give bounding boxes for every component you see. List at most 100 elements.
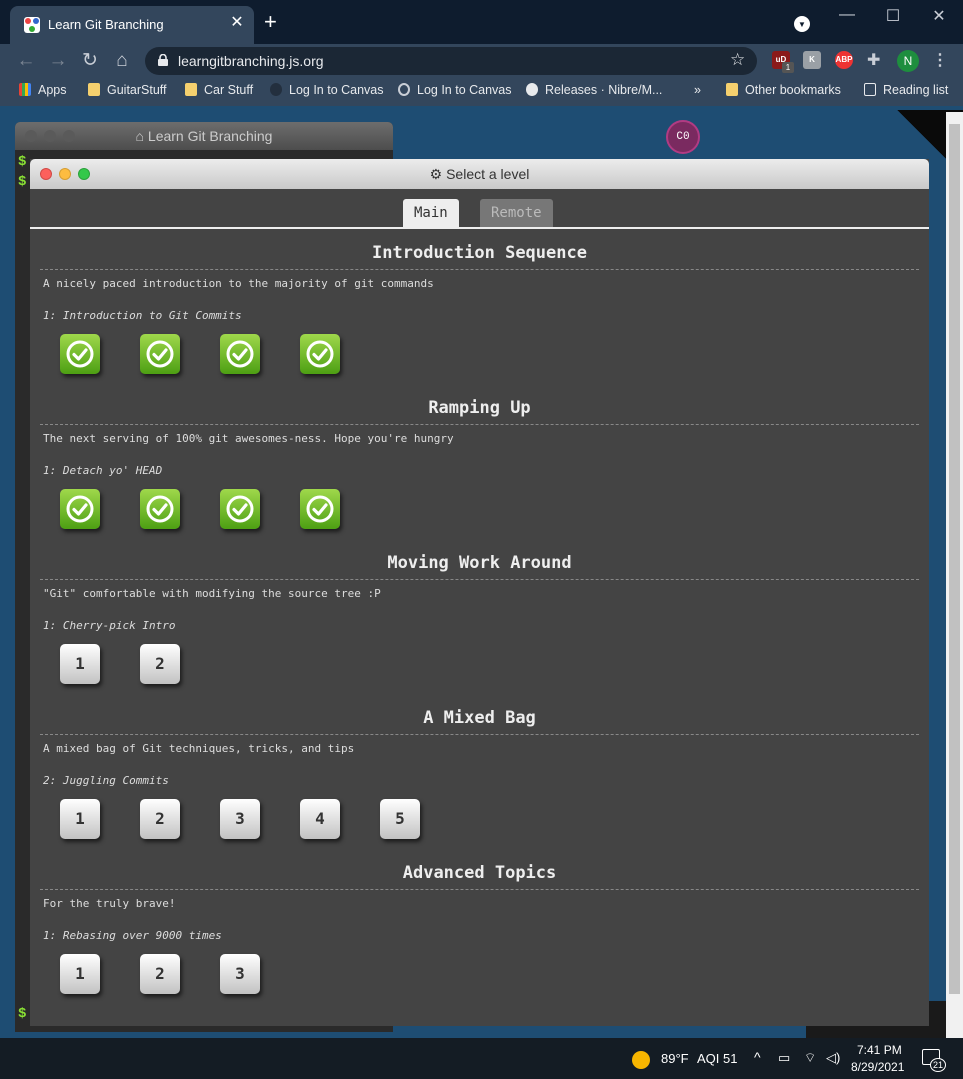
bookmark-apps[interactable]: Apps [19, 83, 67, 97]
home-icon: ⌂ [135, 128, 148, 144]
level-button-completed[interactable] [60, 489, 100, 529]
level-button-completed[interactable] [60, 334, 100, 374]
minimize-button[interactable]: — [834, 6, 860, 24]
level-button[interactable]: 4 [300, 799, 340, 839]
level-button[interactable]: 1 [60, 954, 100, 994]
reading-list[interactable]: Reading list [864, 83, 948, 97]
address-bar[interactable]: learngitbranching.js.org ☆ [145, 47, 757, 75]
wifi-icon[interactable]: ⌔ [804, 1050, 816, 1066]
bookmarks-overflow-icon[interactable]: » [694, 83, 701, 97]
level-button[interactable]: 3 [220, 799, 260, 839]
bookmark-guitarstuff[interactable]: GuitarStuff [88, 83, 167, 97]
globe-icon [398, 83, 410, 96]
terminal-title: ⌂ Learn Git Branching [135, 128, 273, 144]
current-level-name: 1: Introduction to Git Commits [43, 309, 242, 322]
forward-arrow-icon[interactable]: → [45, 48, 71, 74]
bookmark-car-stuff[interactable]: Car Stuff [185, 83, 253, 97]
adblock-plus-icon[interactable]: ABP [835, 51, 853, 69]
lgb-favicon-icon [24, 17, 40, 33]
home-icon[interactable]: ⌂ [109, 48, 135, 74]
level-button[interactable]: 5 [380, 799, 420, 839]
reload-icon[interactable]: ↻ [77, 48, 103, 74]
bookmark-releases[interactable]: Releases · Nibre/M... [526, 83, 662, 97]
clock-date[interactable]: 8/29/2021 [851, 1060, 904, 1074]
browser-tab[interactable]: Learn Git Branching ✕ [10, 6, 254, 44]
notification-count: 21 [930, 1058, 946, 1072]
lock-icon [158, 54, 168, 66]
chevron-up-icon[interactable]: ^ [754, 1049, 761, 1065]
terminal-prompt: $ [18, 174, 27, 190]
section-divider [40, 889, 919, 890]
tab-search-icon[interactable]: ▼ [794, 16, 810, 32]
new-tab-button[interactable]: + [264, 11, 277, 33]
level-button[interactable]: 2 [140, 954, 180, 994]
folder-icon [185, 83, 197, 96]
github-icon [526, 83, 538, 96]
level-button[interactable]: 2 [140, 799, 180, 839]
level-button[interactable]: 1 [60, 799, 100, 839]
weather-sun-icon[interactable] [632, 1051, 650, 1069]
bookmark-canvas-aws[interactable]: Log In to Canvas [270, 83, 384, 97]
section-title: Introduction Sequence [372, 243, 587, 263]
weather-aqi[interactable]: AQI 51 [697, 1051, 737, 1066]
clock-time[interactable]: 7:41 PM [857, 1043, 902, 1057]
section-description: The next serving of 100% git awesomes-ne… [43, 432, 454, 445]
level-button-completed[interactable] [140, 334, 180, 374]
level-button-completed[interactable] [300, 489, 340, 529]
folder-icon [88, 83, 100, 96]
apps-grid-icon [19, 83, 31, 96]
bookmark-star-icon[interactable]: ☆ [730, 50, 745, 70]
extensions-puzzle-icon[interactable]: ✚ [867, 50, 880, 70]
section-title: Ramping Up [428, 398, 531, 418]
current-level-name: 1: Detach yo' HEAD [43, 464, 163, 477]
section-title: A Mixed Bag [423, 708, 536, 728]
tab-close-icon[interactable]: ✕ [226, 12, 248, 34]
commit-node-c0[interactable]: C0 [666, 120, 700, 154]
browser-tab-strip: Learn Git Branching ✕ + ▼ — ☐ ✕ [0, 0, 963, 44]
check-icon [306, 495, 334, 523]
battery-icon[interactable]: ▭ [778, 1050, 790, 1066]
level-button[interactable]: 1 [60, 644, 100, 684]
section-description: For the truly brave! [43, 897, 176, 910]
section-divider [40, 269, 919, 270]
tab-remote[interactable]: Remote [480, 199, 553, 227]
bookmark-other[interactable]: Other bookmarks [726, 83, 841, 97]
level-button-completed[interactable] [220, 334, 260, 374]
section-description: A mixed bag of Git techniques, tricks, a… [43, 742, 355, 755]
page-viewport: ⌂ Learn Git Branching $ $ $ C0 ⚙ Select … [0, 106, 963, 1038]
close-window-button[interactable]: ✕ [926, 6, 952, 26]
level-button-completed[interactable] [140, 489, 180, 529]
terminal-command-input[interactable]: $ [18, 1006, 26, 1022]
level-button[interactable]: 3 [220, 954, 260, 994]
section-title: Advanced Topics [402, 863, 557, 883]
check-icon [66, 495, 94, 523]
bookmark-canvas-globe[interactable]: Log In to Canvas [398, 83, 512, 97]
tab-main[interactable]: Main [403, 199, 459, 227]
section-description: A nicely paced introduction to the major… [43, 277, 434, 290]
maximize-button[interactable]: ☐ [880, 6, 906, 26]
weather-temperature[interactable]: 89°F [661, 1051, 689, 1066]
check-icon [226, 340, 254, 368]
level-tabs: Main Remote [30, 189, 929, 229]
scrollbar-thumb[interactable] [949, 124, 960, 994]
current-level-name: 1: Cherry-pick Intro [43, 619, 176, 632]
level-button[interactable]: 2 [140, 644, 180, 684]
bookmarks-bar: Apps GuitarStuff Car Stuff Log In to Can… [0, 78, 963, 106]
current-level-name: 2: Juggling Commits [43, 774, 169, 787]
terminal-prompt: $ [18, 154, 27, 170]
level-button-completed[interactable] [220, 489, 260, 529]
level-button-completed[interactable] [300, 334, 340, 374]
section-title: Moving Work Around [387, 553, 572, 573]
back-arrow-icon[interactable]: ← [13, 48, 39, 74]
extension-icon[interactable]: K [803, 51, 821, 69]
tab-title: Learn Git Branching [48, 17, 164, 32]
profile-avatar[interactable]: N [897, 50, 919, 72]
url-text: learngitbranching.js.org [178, 53, 324, 69]
menu-kebab-icon[interactable]: ⋮ [932, 50, 948, 70]
section-divider [40, 424, 919, 425]
volume-icon[interactable]: ◁) [826, 1050, 840, 1066]
modal-title: ⚙ Select a level [429, 166, 530, 182]
check-icon [66, 340, 94, 368]
check-icon [226, 495, 254, 523]
section-divider [40, 579, 919, 580]
